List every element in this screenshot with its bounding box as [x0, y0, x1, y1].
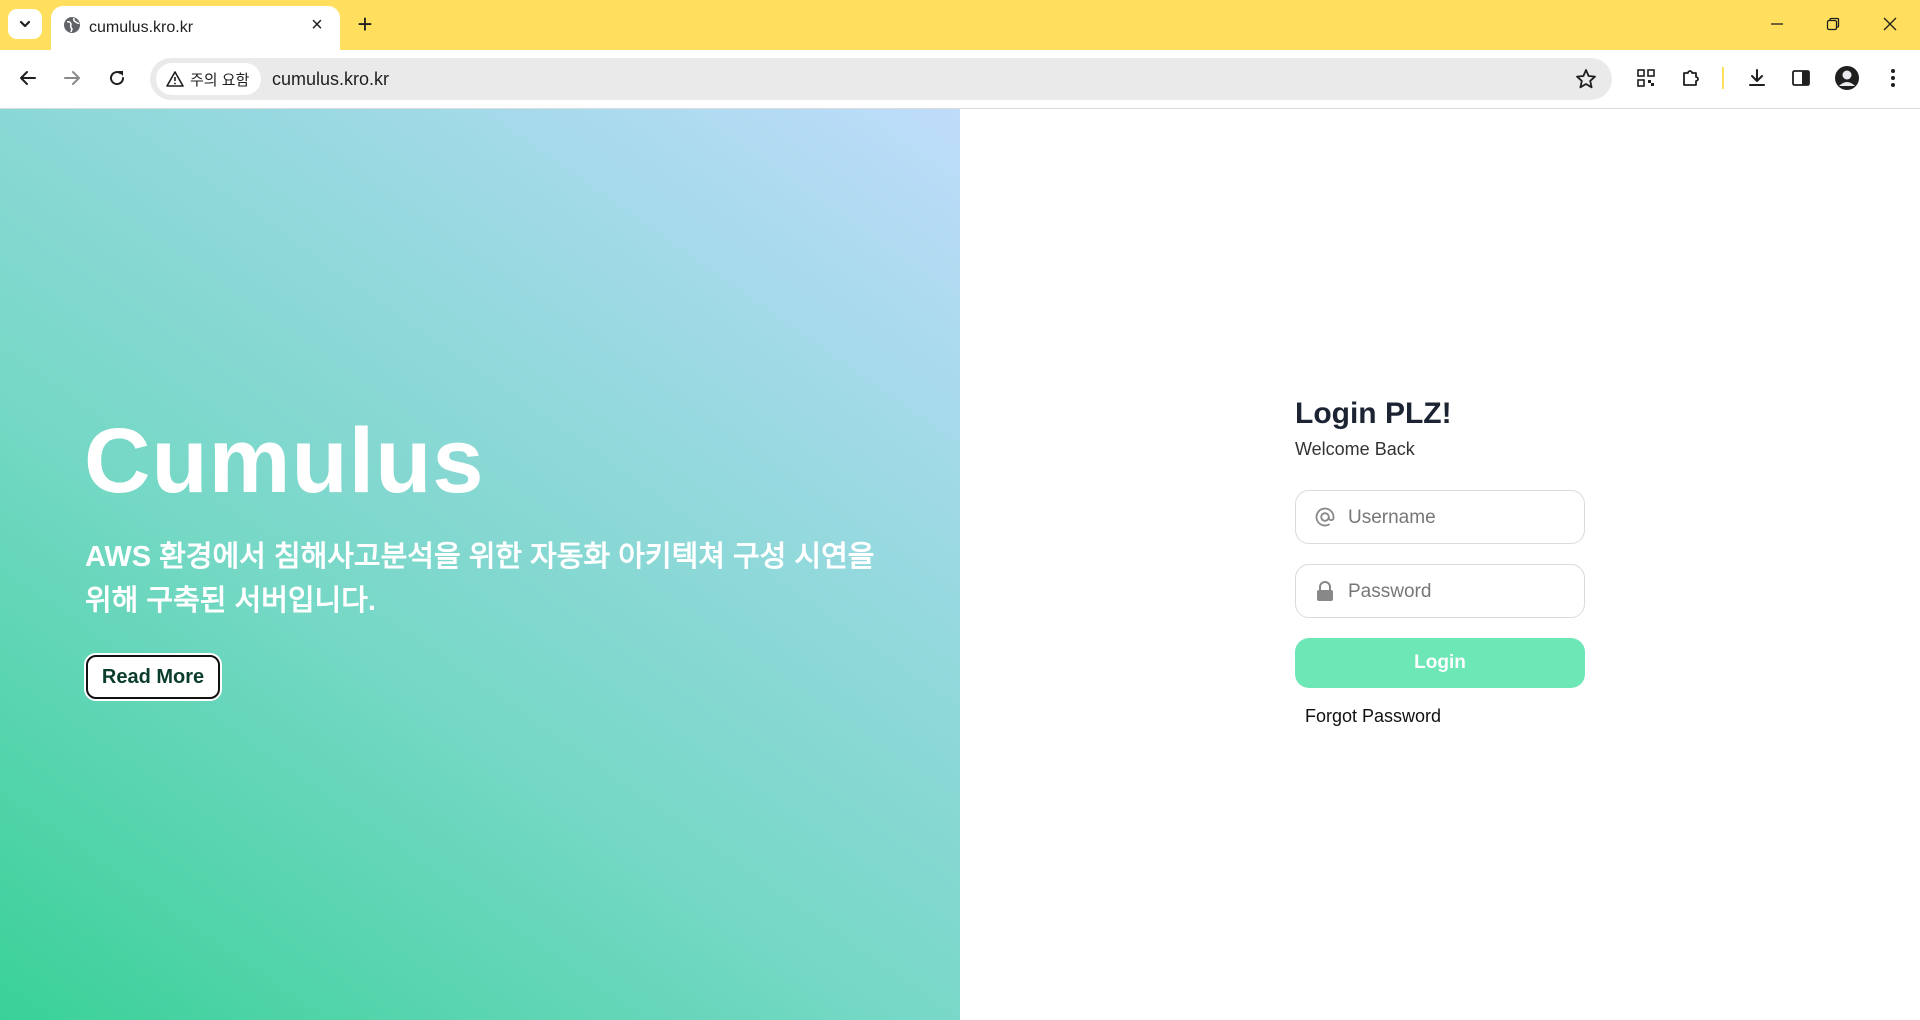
download-icon	[1749, 69, 1765, 86]
arrow-left-icon	[20, 71, 36, 85]
side-panel-icon	[1792, 70, 1810, 86]
minimize-icon	[1771, 23, 1783, 25]
browser-toolbar: 주의 요함 cumulus.kro.kr	[0, 50, 1920, 109]
close-tab-icon[interactable]: ×	[307, 14, 327, 36]
globe-icon	[64, 17, 80, 33]
password-field[interactable]	[1295, 564, 1585, 618]
extensions-button[interactable]	[1677, 64, 1705, 92]
browser-tab[interactable]: cumulus.kro.kr ×	[51, 6, 340, 50]
back-button[interactable]	[12, 62, 44, 94]
avatar-icon	[1835, 66, 1859, 90]
url-text[interactable]: cumulus.kro.kr	[272, 69, 389, 90]
login-button[interactable]: Login	[1295, 638, 1585, 688]
toolbar-separator	[1722, 67, 1724, 89]
restore-button[interactable]	[1813, 6, 1853, 42]
login-subtitle: Welcome Back	[1295, 439, 1415, 459]
puzzle-icon	[1683, 70, 1699, 86]
forgot-password-link[interactable]: Forgot Password	[1305, 706, 1585, 727]
profile-button[interactable]	[1833, 64, 1861, 92]
downloads-button[interactable]	[1743, 64, 1771, 92]
arrow-right-icon	[64, 71, 80, 85]
hero-description: AWS 환경에서 침해사고분석을 위한 자동화 아키텍쳐 구성 시연을 위해 구…	[85, 541, 875, 617]
close-window-button[interactable]	[1870, 6, 1910, 42]
close-icon	[1883, 17, 1897, 31]
menu-button[interactable]	[1879, 64, 1907, 92]
password-input[interactable]	[1346, 575, 1570, 609]
username-field[interactable]	[1295, 490, 1585, 544]
read-more-button[interactable]: Read More	[84, 653, 222, 701]
star-icon[interactable]	[1574, 67, 1598, 91]
address-bar[interactable]: 주의 요함 cumulus.kro.kr	[150, 58, 1612, 100]
security-chip[interactable]: 주의 요함	[156, 63, 262, 95]
qr-code-button[interactable]	[1632, 64, 1660, 92]
login-panel: Login PLZ! Welcome Back Login Forgot Pas…	[1295, 397, 1585, 727]
tab-title: cumulus.kro.kr	[89, 19, 194, 36]
chevron-down-icon	[19, 20, 31, 28]
minimize-button[interactable]	[1757, 6, 1797, 42]
tab-search-button[interactable]	[8, 9, 42, 39]
forward-button[interactable]	[56, 62, 88, 94]
security-label: 주의 요함	[190, 71, 250, 89]
reload-button[interactable]	[101, 62, 133, 94]
login-title: Login PLZ!	[1295, 397, 1452, 430]
qr-code-icon	[1637, 69, 1655, 87]
more-vert-icon	[1891, 69, 1895, 87]
lock-icon	[1314, 580, 1336, 602]
hero-section: Cumulus AWS 환경에서 침해사고분석을 위한 자동화 아키텍쳐 구성 …	[0, 109, 960, 1020]
new-tab-button[interactable]: +	[352, 9, 378, 39]
warning-icon	[166, 71, 184, 87]
tab-strip: cumulus.kro.kr × +	[0, 0, 1920, 50]
username-input[interactable]	[1346, 501, 1570, 535]
hero-title: Cumulus	[84, 410, 485, 512]
reload-icon	[110, 71, 125, 86]
side-panel-button[interactable]	[1787, 64, 1815, 92]
restore-icon	[1826, 17, 1840, 31]
at-sign-icon	[1314, 506, 1336, 528]
